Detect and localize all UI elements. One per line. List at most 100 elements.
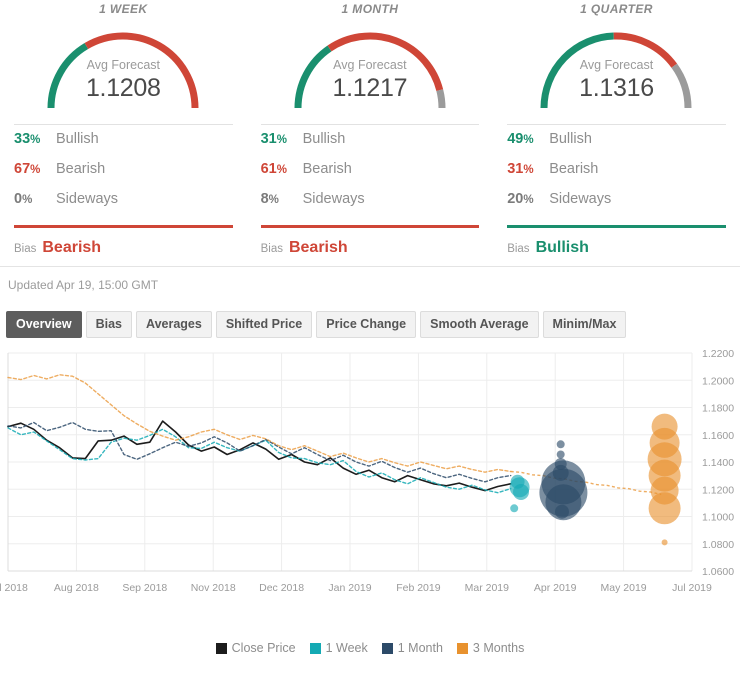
tab-price-change[interactable]: Price Change bbox=[316, 310, 417, 338]
stat-label: Bearish bbox=[549, 161, 599, 177]
updated-timestamp: Updated Apr 19, 15:00 GMT bbox=[8, 278, 159, 292]
card-title: 1 QUARTER bbox=[580, 2, 653, 16]
forecast-bubble-1-month bbox=[555, 504, 569, 519]
legend-item[interactable]: Close Price bbox=[215, 641, 296, 655]
stat-percent-number: 8 bbox=[260, 191, 269, 207]
bias-row: Bias Bearish bbox=[261, 228, 480, 257]
y-axis-tick-label: 1.1800 bbox=[702, 403, 734, 415]
stat-row: 67% Bearish bbox=[14, 161, 233, 191]
forecast-bubble-3-months bbox=[648, 492, 681, 525]
forecast-bubble-1-month bbox=[556, 450, 565, 459]
legend-label: Close Price bbox=[231, 641, 296, 655]
series-line-close-price bbox=[7, 420, 512, 492]
tab-minim-max[interactable]: Minim/Max bbox=[542, 310, 627, 338]
gauge-segment-sideways bbox=[671, 63, 692, 109]
legend-swatch bbox=[215, 642, 227, 654]
x-axis-tick-label: Sep 2018 bbox=[122, 582, 167, 594]
x-axis-tick-label: Apr 2019 bbox=[534, 582, 577, 594]
forecast-gauge: Avg Forecast 1.1316 bbox=[501, 20, 732, 116]
legend-item[interactable]: 3 Months bbox=[456, 641, 524, 655]
percent-sign: % bbox=[523, 194, 534, 206]
tab-smooth-average[interactable]: Smooth Average bbox=[420, 310, 539, 338]
stat-percent: 33% bbox=[14, 131, 56, 147]
x-axis-tick-label: Mar 2019 bbox=[465, 582, 510, 594]
forecast-cards: 1 WEEK Avg Forecast 1.1208 33% Bullish 67% Bea… bbox=[0, 0, 740, 266]
y-axis-tick-label: 1.1400 bbox=[702, 457, 734, 469]
stat-percent: 20% bbox=[507, 191, 549, 207]
gauge-segment-sideways bbox=[436, 89, 446, 109]
legend-item[interactable]: 1 Week bbox=[309, 641, 368, 655]
bias-label: Bias bbox=[260, 243, 283, 255]
sentiment-stats: 49% Bullish 31% Bearish 20% Sideways Bias Bulli… bbox=[501, 125, 732, 257]
card-title: 1 MONTH bbox=[341, 2, 399, 16]
stat-percent-number: 20 bbox=[507, 191, 524, 207]
card-title: 1 WEEK bbox=[99, 2, 148, 16]
legend-swatch bbox=[309, 642, 321, 654]
legend-item[interactable]: 1 Month bbox=[381, 641, 443, 655]
bias-row: Bias Bullish bbox=[507, 228, 726, 257]
y-axis-tick-label: 1.1200 bbox=[702, 484, 734, 496]
stat-percent-number: 31 bbox=[260, 131, 277, 147]
percent-sign: % bbox=[30, 164, 41, 176]
forecast-bubble-1-month bbox=[556, 440, 565, 449]
y-axis-tick-label: 1.1000 bbox=[702, 512, 734, 524]
forecast-card: 1 WEEK Avg Forecast 1.1208 33% Bullish 67% Bea… bbox=[0, 0, 247, 266]
stat-row: 49% Bullish bbox=[507, 131, 726, 161]
series-line-3-months bbox=[7, 374, 512, 473]
stat-label: Sideways bbox=[56, 191, 119, 207]
x-axis-tick-label: Nov 2018 bbox=[191, 582, 236, 594]
forecast-bubble-1-week bbox=[513, 484, 529, 500]
stat-percent: 67% bbox=[14, 161, 56, 177]
percent-sign: % bbox=[30, 134, 41, 146]
stat-percent-number: 67 bbox=[14, 161, 31, 177]
gauge-segment-bullish bbox=[294, 45, 332, 109]
percent-sign: % bbox=[276, 164, 287, 176]
forecast-bubble-3-months bbox=[661, 539, 668, 546]
chart-tabs: Overview Bias Averages Shifted Price Price C… bbox=[0, 307, 740, 341]
tab-shifted-price[interactable]: Shifted Price bbox=[215, 310, 313, 338]
stat-label: Bullish bbox=[56, 131, 99, 147]
stat-row: 8% Sideways bbox=[261, 191, 480, 221]
forecast-bubble-1-week bbox=[510, 504, 519, 513]
legend-swatch bbox=[456, 642, 468, 654]
stat-percent: 31% bbox=[261, 131, 303, 147]
gauge-segment-bearish bbox=[614, 32, 678, 68]
legend-label: 1 Week bbox=[325, 641, 368, 655]
percent-sign: % bbox=[22, 194, 33, 206]
stat-row: 31% Bearish bbox=[507, 161, 726, 191]
x-axis-tick-label: Dec 2018 bbox=[259, 582, 304, 594]
gauge-segment-bearish bbox=[327, 32, 444, 91]
tab-averages[interactable]: Averages bbox=[136, 310, 212, 338]
chart-legend: Close Price 1 Week 1 Month 3 Months bbox=[0, 639, 740, 657]
x-axis-tick-label: Jul 2018 bbox=[0, 582, 28, 594]
forecast-card: 1 QUARTER Avg Forecast 1.1316 49% Bullish 31%… bbox=[493, 0, 740, 266]
stat-percent: 31% bbox=[507, 161, 549, 177]
percent-sign: % bbox=[523, 164, 534, 176]
stat-percent: 61% bbox=[261, 161, 303, 177]
y-axis-tick-label: 1.0600 bbox=[702, 566, 734, 578]
tab-overview[interactable]: Overview bbox=[6, 310, 82, 338]
stat-label: Bullish bbox=[302, 131, 346, 147]
gauge-arc bbox=[540, 32, 692, 109]
stat-percent-number: 31 bbox=[507, 161, 524, 177]
tab-bias[interactable]: Bias bbox=[85, 310, 132, 338]
x-axis-tick-label: May 2019 bbox=[601, 582, 647, 594]
stat-label: Sideways bbox=[302, 191, 365, 207]
stat-percent: 49% bbox=[507, 131, 549, 147]
stat-row: 0% Sideways bbox=[14, 191, 233, 221]
stat-label: Bullish bbox=[549, 131, 592, 147]
gauge-arc bbox=[294, 32, 446, 109]
stat-percent-number: 61 bbox=[260, 161, 277, 177]
x-axis-tick-label: Aug 2018 bbox=[54, 582, 99, 594]
gauge-segment-bullish bbox=[47, 43, 89, 109]
forecast-chart: 1.2200 1.2000 1.1800 1.1600 1.1400 1.1200 1.10… bbox=[0, 341, 740, 641]
stat-row: 20% Sideways bbox=[507, 191, 726, 221]
percent-sign: % bbox=[276, 134, 287, 146]
percent-sign: % bbox=[268, 194, 279, 206]
percent-sign: % bbox=[523, 134, 534, 146]
bias-label: Bias bbox=[507, 243, 530, 255]
bias-value: Bearish bbox=[288, 239, 348, 256]
gauge-arc bbox=[47, 32, 199, 109]
stat-percent: 0% bbox=[14, 191, 56, 207]
forecast-gauge: Avg Forecast 1.1217 bbox=[255, 20, 486, 116]
